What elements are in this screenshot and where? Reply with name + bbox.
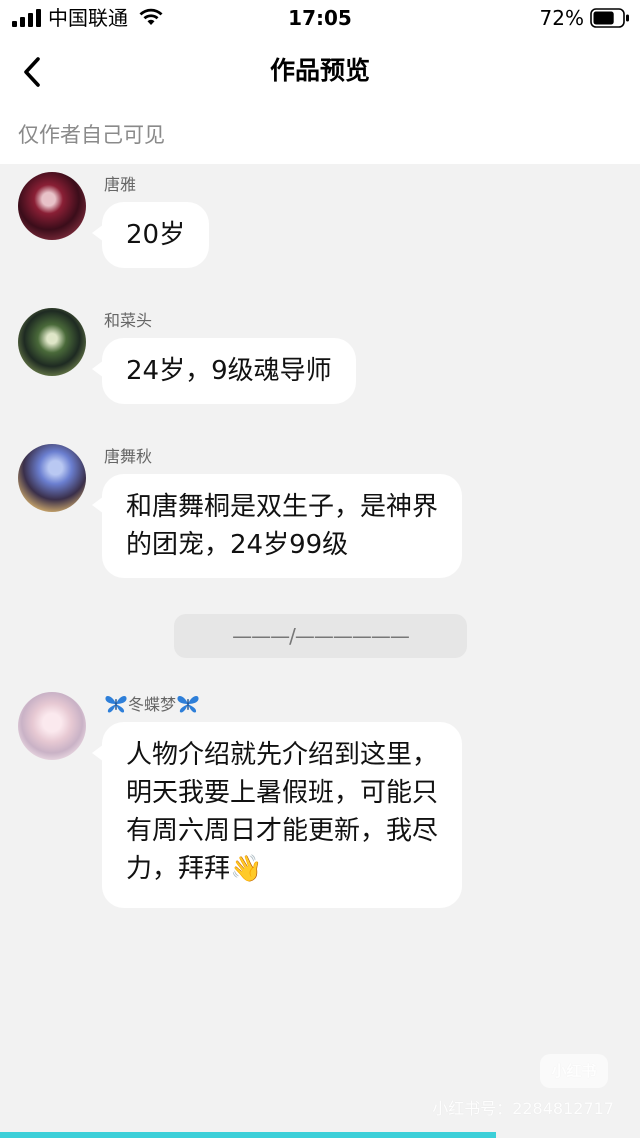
reading-progress-track [0,1132,640,1138]
sender-name: 唐雅 [104,175,137,194]
divider-pill: ———/—————— [174,614,467,658]
sender-name: 冬蝶梦 [104,694,200,716]
reading-progress-fill [0,1132,496,1138]
screen: 中国联通 17:05 72% 作品预览 仅作者自己可见 唐雅 20岁 和菜头 2… [0,0,640,1138]
butterfly-icon [177,696,199,713]
sender-name: 唐舞秋 [104,447,153,466]
butterfly-icon [105,696,127,713]
sender-name: 和菜头 [104,311,153,330]
battery-percent: 72% [539,6,584,30]
battery-icon [590,8,629,28]
message-bubble: 人物介绍就先介绍到这里， 明天我要上暑假班，可能只 有周六周日才能更新，我尽 力… [91,722,463,908]
visibility-notice: 仅作者自己可见 [0,106,640,164]
message-bubble: 20岁 [91,202,210,268]
chat-list: 唐雅 20岁 和菜头 24岁，9级魂导师 唐舞秋 和唐舞桐是双生子，是神界 的团… [0,164,640,1138]
message-bubble: 和唐舞桐是双生子，是神界 的团宠，24岁99级 [91,474,463,578]
avatar[interactable] [18,444,86,512]
message-bubble: 24岁，9级魂导师 [92,338,356,404]
sender-name-text: 冬蝶梦 [128,695,177,714]
avatar[interactable] [18,172,86,240]
status-bar: 中国联通 17:05 72% [0,0,640,36]
avatar[interactable] [18,308,86,376]
watermark-text: 小红书号：2284812717 [432,1099,614,1118]
watermark-badge: 小红书 [540,1054,608,1088]
page-title: 作品预览 [269,56,370,85]
avatar[interactable] [18,692,86,760]
visibility-notice-text: 仅作者自己可见 [18,123,165,147]
nav-bar: 作品预览 [0,36,640,106]
